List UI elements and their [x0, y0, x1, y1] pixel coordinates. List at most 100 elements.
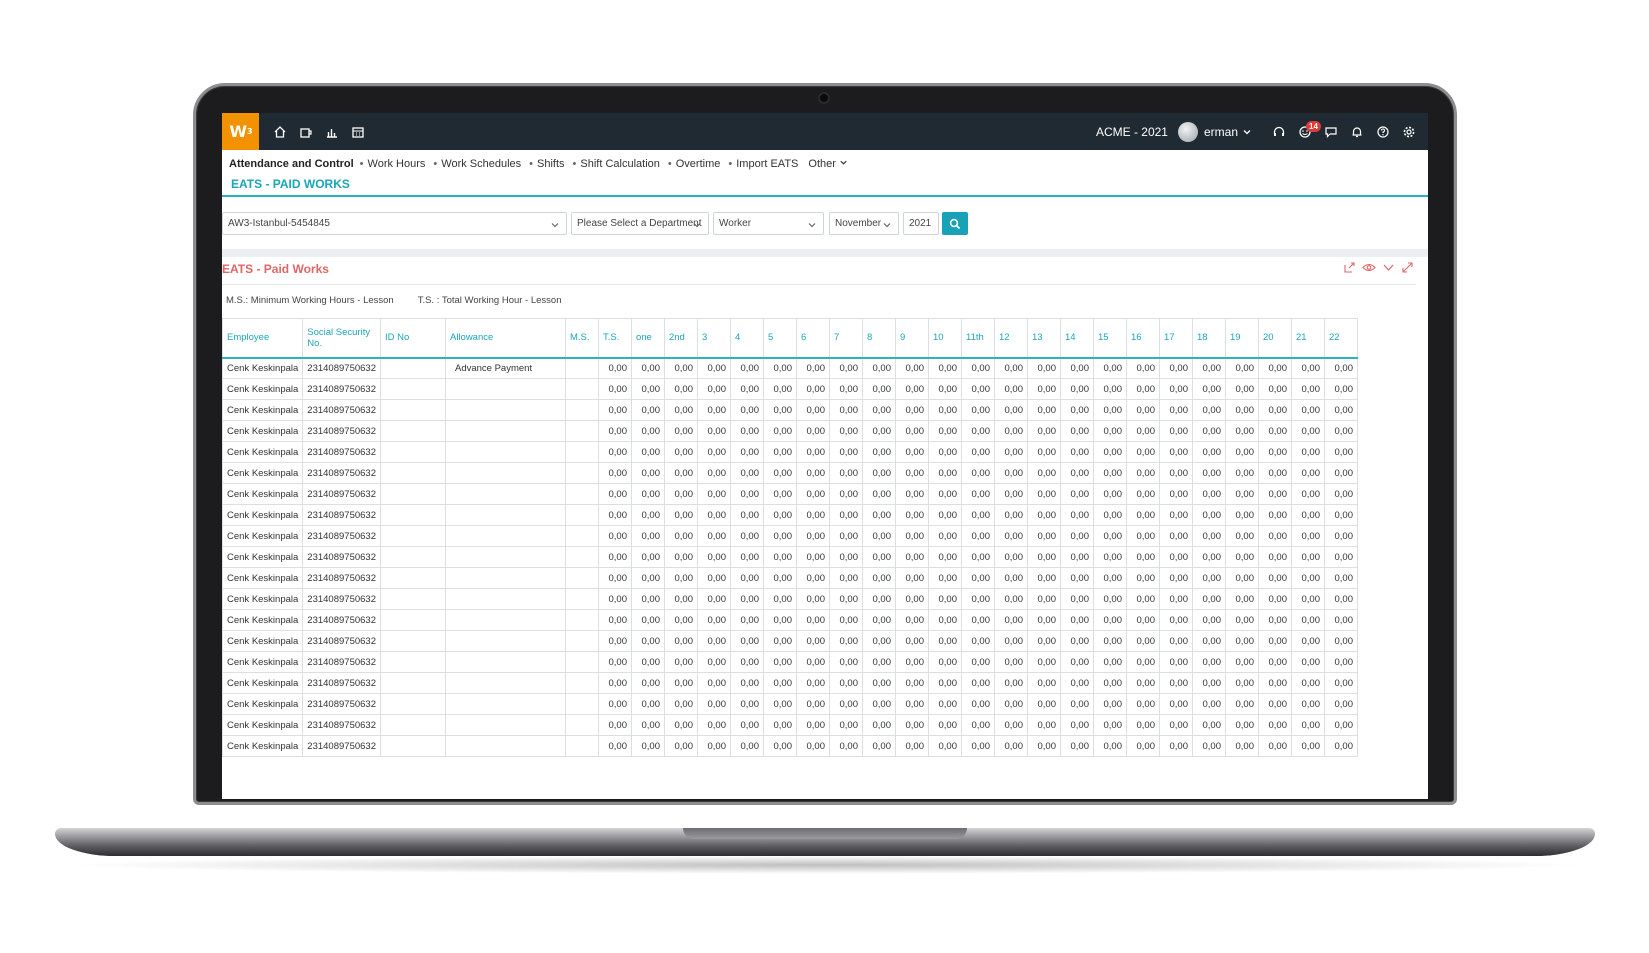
column-header[interactable]: 18 [1192, 318, 1226, 359]
table-cell[interactable]: 0,00 [664, 651, 698, 673]
table-cell[interactable]: 0,00 [961, 462, 995, 484]
table-cell[interactable]: 0,00 [1159, 420, 1193, 442]
table-cell[interactable]: 0,00 [1258, 735, 1292, 757]
table-cell[interactable]: 0,00 [664, 588, 698, 610]
table-cell[interactable]: 0,00 [928, 693, 962, 715]
table-cell[interactable]: 0,00 [1192, 357, 1226, 379]
company-selector[interactable]: ACME - 2021 [1096, 125, 1168, 139]
table-row[interactable]: Cenk Keskinpala 2314089750632 0,00 0,00 0,00… [222, 546, 1358, 568]
calendar-icon[interactable] [345, 113, 371, 150]
table-cell[interactable]: 0,00 [961, 399, 995, 421]
table-cell[interactable]: 0,00 [697, 672, 731, 694]
table-cell[interactable]: 0,00 [1060, 693, 1094, 715]
column-header[interactable]: 3 [697, 318, 731, 359]
table-cell[interactable]: 0,00 [829, 399, 863, 421]
table-cell[interactable]: 2314089750632 [302, 693, 381, 715]
column-header[interactable]: Employee [222, 318, 304, 359]
table-cell[interactable]: 0,00 [928, 483, 962, 505]
table-cell[interactable] [445, 588, 566, 610]
table-cell[interactable]: 0,00 [763, 504, 797, 526]
table-cell[interactable]: 0,00 [796, 672, 830, 694]
table-cell[interactable]: 0,00 [1159, 651, 1193, 673]
table-cell[interactable]: 0,00 [664, 714, 698, 736]
table-cell[interactable]: 0,00 [598, 546, 632, 568]
table-cell[interactable]: 0,00 [1324, 735, 1358, 757]
table-cell[interactable] [380, 441, 446, 463]
table-cell[interactable]: 0,00 [1225, 714, 1259, 736]
table-cell[interactable]: 0,00 [928, 546, 962, 568]
table-cell[interactable]: 0,00 [1060, 357, 1094, 379]
table-cell[interactable]: Cenk Keskinpala [222, 672, 304, 694]
table-cell[interactable]: 0,00 [598, 525, 632, 547]
table-cell[interactable] [565, 588, 599, 610]
table-cell[interactable]: 0,00 [1291, 420, 1325, 442]
table-cell[interactable]: 0,00 [1324, 693, 1358, 715]
table-cell[interactable] [565, 525, 599, 547]
submenu-item-overtime[interactable]: Overtime [668, 158, 721, 170]
table-row[interactable]: Cenk Keskinpala 2314089750632 0,00 0,00 0,00… [222, 672, 1358, 694]
column-header[interactable]: 17 [1159, 318, 1193, 359]
table-cell[interactable]: 0,00 [928, 441, 962, 463]
table-cell[interactable]: 0,00 [697, 399, 731, 421]
table-cell[interactable]: 0,00 [994, 735, 1028, 757]
table-cell[interactable]: 0,00 [1159, 504, 1193, 526]
table-cell[interactable]: 0,00 [631, 462, 665, 484]
table-cell[interactable] [380, 609, 446, 631]
table-cell[interactable]: 0,00 [730, 609, 764, 631]
table-cell[interactable] [380, 357, 446, 379]
column-header[interactable]: M.S. [565, 318, 599, 359]
table-cell[interactable]: 0,00 [763, 399, 797, 421]
table-cell[interactable]: 0,00 [697, 693, 731, 715]
table-cell[interactable]: 0,00 [994, 546, 1028, 568]
table-cell[interactable]: 0,00 [1060, 672, 1094, 694]
table-cell[interactable]: 2314089750632 [302, 504, 381, 526]
table-cell[interactable]: 0,00 [895, 630, 929, 652]
table-cell[interactable]: 0,00 [1225, 441, 1259, 463]
table-cell[interactable]: 0,00 [1093, 504, 1127, 526]
table-cell[interactable]: 0,00 [928, 714, 962, 736]
table-cell[interactable]: 0,00 [994, 420, 1028, 442]
table-cell[interactable]: Cenk Keskinpala [222, 525, 304, 547]
table-cell[interactable]: 0,00 [697, 609, 731, 631]
table-cell[interactable]: 0,00 [1192, 504, 1226, 526]
table-cell[interactable]: Cenk Keskinpala [222, 504, 304, 526]
table-cell[interactable]: 0,00 [928, 504, 962, 526]
table-cell[interactable]: 0,00 [895, 399, 929, 421]
table-cell[interactable]: 0,00 [598, 378, 632, 400]
table-cell[interactable]: 0,00 [1093, 651, 1127, 673]
table-cell[interactable]: 0,00 [697, 504, 731, 526]
table-cell[interactable]: 0,00 [1258, 672, 1292, 694]
table-cell[interactable]: 0,00 [829, 714, 863, 736]
table-cell[interactable] [380, 714, 446, 736]
table-cell[interactable]: 0,00 [1093, 420, 1127, 442]
table-cell[interactable]: 0,00 [829, 588, 863, 610]
table-cell[interactable]: 0,00 [1093, 630, 1127, 652]
table-cell[interactable] [565, 693, 599, 715]
table-cell[interactable]: 0,00 [1060, 525, 1094, 547]
table-cell[interactable]: 0,00 [796, 504, 830, 526]
table-cell[interactable]: 0,00 [697, 546, 731, 568]
table-cell[interactable]: 0,00 [664, 441, 698, 463]
table-cell[interactable]: 2314089750632 [302, 441, 381, 463]
table-cell[interactable]: 0,00 [1027, 483, 1061, 505]
table-cell[interactable]: 0,00 [895, 546, 929, 568]
table-cell[interactable]: 0,00 [1126, 651, 1160, 673]
table-cell[interactable]: 0,00 [1192, 525, 1226, 547]
table-cell[interactable]: 0,00 [1291, 462, 1325, 484]
table-cell[interactable]: 0,00 [763, 609, 797, 631]
table-cell[interactable]: 0,00 [1159, 441, 1193, 463]
table-cell[interactable]: 0,00 [1060, 420, 1094, 442]
table-cell[interactable] [380, 693, 446, 715]
table-cell[interactable]: 0,00 [961, 441, 995, 463]
table-cell[interactable]: 0,00 [1324, 441, 1358, 463]
table-cell[interactable]: 0,00 [961, 609, 995, 631]
table-cell[interactable]: 0,00 [1159, 546, 1193, 568]
table-cell[interactable] [445, 714, 566, 736]
table-cell[interactable]: 0,00 [730, 357, 764, 379]
table-cell[interactable]: 0,00 [1060, 546, 1094, 568]
table-cell[interactable]: 0,00 [928, 420, 962, 442]
table-cell[interactable]: 0,00 [1225, 672, 1259, 694]
table-cell[interactable]: 0,00 [598, 630, 632, 652]
table-cell[interactable]: 0,00 [1027, 420, 1061, 442]
table-cell[interactable]: 2314089750632 [302, 357, 381, 379]
